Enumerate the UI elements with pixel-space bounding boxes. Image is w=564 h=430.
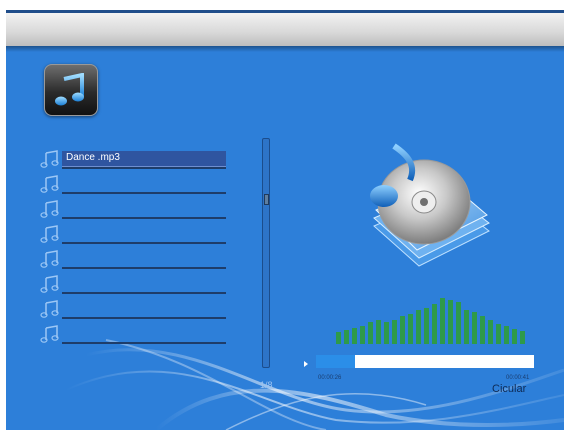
row-underline <box>62 192 226 194</box>
equalizer-bar <box>352 328 357 344</box>
playlist-item[interactable] <box>40 175 226 195</box>
equalizer-bar <box>360 326 365 344</box>
playlist-item[interactable] <box>40 200 226 220</box>
equalizer-bar <box>376 320 381 344</box>
equalizer-bar <box>464 310 469 344</box>
row-underline <box>62 292 226 294</box>
equalizer-bar <box>448 300 453 344</box>
playlist-item-label: Dance .mp3 <box>66 152 120 163</box>
playlist-item[interactable] <box>40 250 226 270</box>
playback-progress-bar[interactable] <box>316 355 534 368</box>
equalizer-bar <box>440 298 445 344</box>
equalizer-bar <box>504 326 509 344</box>
play-indicator-icon <box>304 361 308 367</box>
cd-music-icon <box>370 143 490 267</box>
equalizer-bar <box>416 310 421 344</box>
row-underline <box>62 317 226 319</box>
music-note-icon <box>40 150 60 170</box>
playlist-item[interactable]: Dance .mp3 <box>40 150 226 170</box>
equalizer-visualizer <box>336 298 525 344</box>
equalizer-bar <box>392 320 397 344</box>
equalizer-bar <box>432 304 437 344</box>
equalizer-bar <box>472 312 477 344</box>
equalizer-bar <box>520 331 525 344</box>
equalizer-bar <box>344 330 349 344</box>
row-underline <box>62 267 226 269</box>
equalizer-bar <box>368 322 373 344</box>
total-time: 00:00:41 <box>506 375 530 381</box>
music-app-icon <box>44 64 98 116</box>
playlist-item[interactable] <box>40 300 226 320</box>
music-player-screen: Dance .mp3 1/8 00:00:26 00:00:41 Cicular <box>6 10 564 430</box>
elapsed-time: 00:00:26 <box>318 375 342 381</box>
playlist-item[interactable] <box>40 275 226 295</box>
playlist-scrollbar[interactable] <box>262 138 270 368</box>
music-note-icon <box>40 300 60 320</box>
music-note-icon <box>40 250 60 270</box>
repeat-mode-label[interactable]: Cicular <box>492 383 526 395</box>
row-underline <box>62 342 226 344</box>
title-bar <box>6 10 564 52</box>
music-note-icon <box>40 275 60 295</box>
equalizer-bar <box>480 316 485 344</box>
music-note-icon <box>40 175 60 195</box>
playlist-item[interactable] <box>40 225 226 245</box>
progress-fill <box>316 355 356 368</box>
equalizer-bar <box>496 324 501 344</box>
playlist-item[interactable] <box>40 325 226 345</box>
music-note-icon <box>40 225 60 245</box>
music-note-icon <box>40 200 60 220</box>
equalizer-bar <box>512 329 517 344</box>
page-indicator: 1/8 <box>260 380 273 390</box>
equalizer-bar <box>400 316 405 344</box>
equalizer-bar <box>336 332 341 344</box>
row-underline <box>62 217 226 219</box>
equalizer-bar <box>488 320 493 344</box>
row-underline <box>62 242 226 244</box>
music-note-icon <box>40 325 60 345</box>
equalizer-bar <box>424 308 429 344</box>
equalizer-bar <box>408 314 413 344</box>
equalizer-bar <box>456 302 461 344</box>
scrollbar-thumb[interactable] <box>264 194 269 205</box>
row-underline <box>62 167 226 169</box>
equalizer-bar <box>384 322 389 344</box>
